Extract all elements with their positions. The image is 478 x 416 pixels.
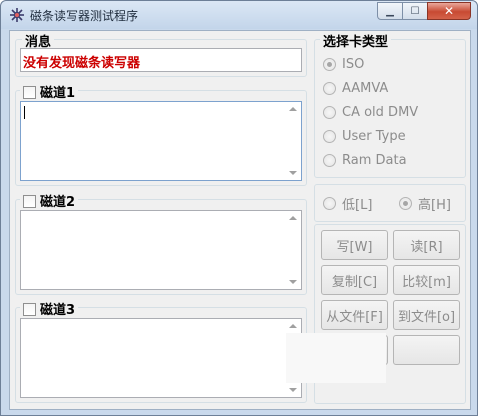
- track1-checkbox[interactable]: [23, 86, 36, 99]
- app-window: 磁条读写器测试程序 ▁ ☐ ✕ 消息 没有发现磁条读写器 磁道1 磁道2 磁道3…: [0, 0, 478, 416]
- track3-group: 磁道3: [15, 299, 307, 403]
- window-title: 磁条读写器测试程序: [30, 9, 139, 23]
- text-caret: [24, 106, 25, 119]
- gear-app-icon: [10, 8, 24, 22]
- scroll-up-icon[interactable]: [289, 107, 297, 111]
- radio-icon: [323, 153, 336, 167]
- track3-checkbox[interactable]: [23, 303, 36, 316]
- radio-icon: [323, 196, 336, 210]
- radio-selected-icon: [323, 57, 336, 71]
- card-type-label: 选择卡类型: [320, 31, 392, 50]
- message-field: 没有发现磁条读写器: [20, 48, 302, 72]
- track1-textarea[interactable]: [20, 101, 302, 181]
- scroll-up-icon[interactable]: [289, 324, 297, 328]
- track1-scrollbar[interactable]: [286, 102, 301, 180]
- from-file-button[interactable]: 从文件[F]: [321, 300, 388, 330]
- client-area: 消息 没有发现磁条读写器 磁道1 磁道2 磁道3 选择卡类型 ISO AAMVA…: [9, 30, 471, 410]
- extra-button-right[interactable]: [393, 335, 460, 365]
- radio-low[interactable]: 低[L]: [323, 194, 372, 213]
- track2-group: 磁道2: [15, 191, 307, 295]
- track2-header: 磁道2: [20, 191, 79, 210]
- compare-button[interactable]: 比较[m]: [393, 265, 460, 295]
- track3-header: 磁道3: [20, 299, 79, 318]
- track3-textarea[interactable]: [20, 318, 302, 398]
- close-icon[interactable]: ✕: [427, 2, 471, 20]
- write-button[interactable]: 写[W]: [321, 230, 388, 260]
- radio-icon: [323, 81, 336, 95]
- message-group: 消息 没有发现磁条读写器: [15, 31, 307, 77]
- track1-label: 磁道1: [40, 86, 76, 101]
- radio-ca-old-dmv[interactable]: CA old DMV: [323, 103, 418, 121]
- scroll-down-icon[interactable]: [289, 171, 297, 175]
- radio-user-type[interactable]: User Type: [323, 127, 406, 145]
- overlay-patch: [286, 333, 386, 383]
- track2-label: 磁道2: [40, 195, 76, 210]
- track2-textarea[interactable]: [20, 210, 302, 290]
- to-file-button[interactable]: 到文件[o]: [393, 300, 460, 330]
- card-type-group: 选择卡类型 ISO AAMVA CA old DMV User Type Ram…: [314, 31, 466, 178]
- coercivity-group: 低[L] 高[H]: [314, 184, 466, 222]
- radio-ram-data[interactable]: Ram Data: [323, 151, 407, 169]
- radio-icon: [323, 105, 336, 119]
- scroll-down-icon[interactable]: [289, 388, 297, 392]
- track3-label: 磁道3: [40, 303, 76, 318]
- radio-high[interactable]: 高[H]: [399, 194, 451, 213]
- minimize-icon[interactable]: ▁: [377, 2, 403, 20]
- radio-aamva[interactable]: AAMVA: [323, 79, 388, 97]
- copy-button[interactable]: 复制[C]: [321, 265, 388, 295]
- read-button[interactable]: 读[R]: [393, 230, 460, 260]
- title-bar[interactable]: 磁条读写器测试程序 ▁ ☐ ✕: [1, 1, 477, 29]
- radio-iso[interactable]: ISO: [323, 55, 364, 73]
- window-controls: ▁ ☐ ✕: [377, 2, 471, 21]
- track2-scrollbar[interactable]: [286, 211, 301, 289]
- track1-group: 磁道1: [15, 82, 307, 186]
- track1-header: 磁道1: [20, 82, 79, 101]
- scroll-down-icon[interactable]: [289, 280, 297, 284]
- radio-selected-icon: [399, 196, 412, 210]
- maximize-icon[interactable]: ☐: [402, 2, 428, 20]
- track2-checkbox[interactable]: [23, 195, 36, 208]
- scroll-up-icon[interactable]: [289, 216, 297, 220]
- radio-icon: [323, 129, 336, 143]
